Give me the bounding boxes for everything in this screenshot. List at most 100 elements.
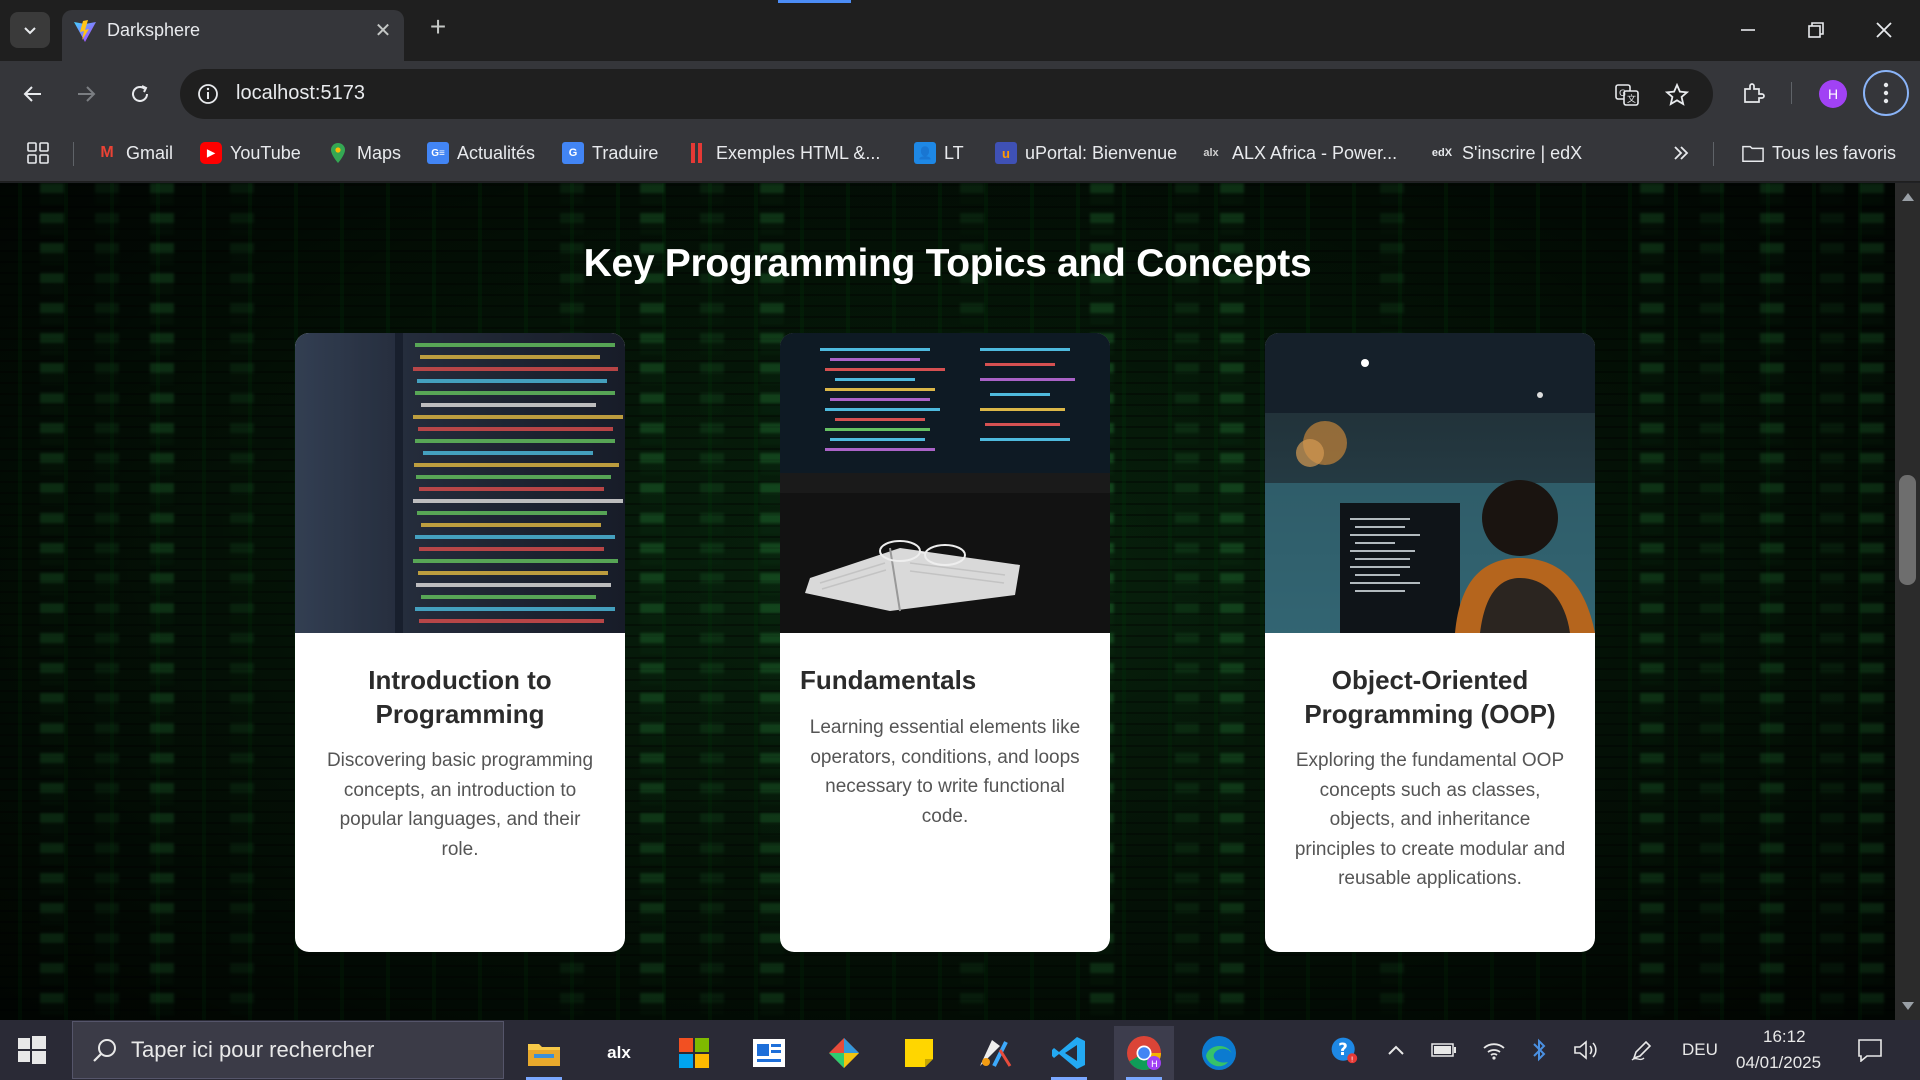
- notification-center-icon[interactable]: [1856, 1036, 1884, 1064]
- bookmark-maps[interactable]: Maps: [327, 139, 401, 167]
- bookmark-label: YouTube: [230, 142, 301, 163]
- active-tab[interactable]: Darksphere ✕: [62, 10, 404, 61]
- scroll-thumb[interactable]: [1899, 475, 1916, 585]
- chevron-down-icon: [24, 27, 36, 35]
- battery-icon[interactable]: [1430, 1036, 1458, 1064]
- new-tab-button[interactable]: +: [424, 13, 452, 42]
- gmail-icon: M: [100, 144, 114, 161]
- tab-indicator-bar: [778, 0, 851, 3]
- windows-taskbar: Taper ici pour rechercher alx H ? ! DEU …: [0, 1020, 1920, 1080]
- pen-icon[interactable]: [1628, 1036, 1656, 1064]
- card-title: Introduction to Programming: [368, 665, 552, 729]
- news-icon: G≡: [427, 142, 449, 164]
- svg-text:H: H: [1151, 1060, 1158, 1070]
- back-button[interactable]: [13, 74, 53, 114]
- reload-button[interactable]: [120, 74, 160, 114]
- tab-close-icon[interactable]: ✕: [370, 17, 396, 43]
- more-bookmarks-button[interactable]: [1672, 139, 1690, 167]
- file-explorer-icon[interactable]: [514, 1026, 574, 1080]
- apps-grid-icon[interactable]: [26, 139, 50, 167]
- search-icon: [93, 1039, 116, 1062]
- topic-card-fundamentals[interactable]: Fundamentals Learning essential elements…: [780, 333, 1110, 952]
- profile-avatar[interactable]: H: [1819, 80, 1847, 108]
- section-title: Key Programming Topics and Concepts: [583, 242, 1312, 285]
- svg-text:G: G: [1619, 89, 1626, 99]
- card-title: Fundamentals: [800, 665, 977, 695]
- alx-app-icon[interactable]: alx: [589, 1026, 649, 1080]
- topic-card-intro[interactable]: Introduction to Programming Discovering …: [295, 333, 625, 952]
- browser-menu-button[interactable]: [1863, 70, 1909, 116]
- page-viewport: Key Programming Topics and Concepts Intr…: [0, 183, 1895, 1020]
- news-app-icon[interactable]: [739, 1026, 799, 1080]
- bookmark-label: Actualités: [457, 142, 536, 163]
- clock-date[interactable]: 04/01/2025: [1736, 1053, 1821, 1073]
- chrome-icon[interactable]: H: [1114, 1026, 1174, 1080]
- bookmark-star-icon[interactable]: [1662, 80, 1692, 110]
- vite-favicon-icon: [74, 20, 96, 42]
- bookmark-edx[interactable]: edX S'inscrire | edX: [1430, 139, 1582, 167]
- toolbar-divider: [1791, 82, 1792, 104]
- address-bar[interactable]: localhost:5173 G文: [180, 69, 1713, 119]
- language-indicator[interactable]: DEU: [1682, 1040, 1718, 1060]
- page-scrollbar[interactable]: [1895, 183, 1920, 1020]
- chevron-up-icon[interactable]: [1382, 1036, 1410, 1064]
- bookmark-label: S'inscrire | edX: [1462, 142, 1583, 163]
- card-description: Discovering basic programming concepts, …: [326, 750, 594, 860]
- volume-icon[interactable]: [1572, 1036, 1600, 1064]
- bookmark-alx[interactable]: alx ALX Africa - Power...: [1198, 139, 1397, 167]
- help-icon[interactable]: ?!: [1330, 1036, 1358, 1064]
- bookmarks-bar: M Gmail ▶ YouTube Maps G≡ Actualités G T…: [0, 126, 1920, 182]
- bookmark-lt[interactable]: 👤 LT: [914, 139, 964, 167]
- browser-toolbar: localhost:5173 G文 H: [0, 61, 1920, 126]
- close-window-button[interactable]: [1862, 12, 1906, 48]
- card-description: Exploring the fundamental OOP concepts s…: [1294, 750, 1566, 889]
- svg-text:?: ?: [1338, 1040, 1348, 1059]
- vscode-icon[interactable]: [1039, 1026, 1099, 1080]
- html-examples-icon: [686, 142, 708, 164]
- code-screen-image: [295, 333, 625, 633]
- svg-text:!: !: [1351, 1055, 1354, 1064]
- edx-icon: edX: [1431, 147, 1453, 159]
- windows-start-icon[interactable]: [14, 1033, 48, 1067]
- bookmark-traduire[interactable]: G Traduire: [562, 139, 658, 167]
- bookmark-gmail[interactable]: M Gmail: [96, 139, 173, 167]
- alx-icon: alx: [1203, 147, 1219, 159]
- all-bookmarks-folder[interactable]: Tous les favoris: [1742, 139, 1896, 167]
- folder-icon: [1742, 142, 1764, 164]
- forward-button[interactable]: [66, 74, 106, 114]
- microsoft-store-icon[interactable]: [664, 1026, 724, 1080]
- translate-page-icon[interactable]: G文: [1612, 80, 1642, 110]
- restore-button[interactable]: [1794, 12, 1838, 48]
- taskbar-search-box[interactable]: Taper ici pour rechercher: [72, 1021, 504, 1079]
- bookmark-label: Exemples HTML &...: [716, 142, 881, 163]
- scroll-down-arrow-icon[interactable]: [1902, 1002, 1914, 1010]
- bookmark-actualites[interactable]: G≡ Actualités: [427, 139, 535, 167]
- all-bookmarks-label: Tous les favoris: [1772, 142, 1897, 163]
- bluetooth-icon[interactable]: [1525, 1036, 1553, 1064]
- scroll-up-arrow-icon[interactable]: [1902, 193, 1914, 201]
- arrow-right-icon: [78, 86, 96, 102]
- bookmark-youtube[interactable]: ▶ YouTube: [200, 139, 301, 167]
- minimize-button[interactable]: [1726, 12, 1770, 48]
- edge-icon[interactable]: [1189, 1026, 1249, 1080]
- extensions-icon[interactable]: [1735, 75, 1771, 111]
- wifi-icon[interactable]: [1480, 1036, 1508, 1064]
- paint-app-icon[interactable]: [964, 1026, 1024, 1080]
- sticky-notes-icon[interactable]: [889, 1026, 949, 1080]
- clock-time[interactable]: 16:12: [1763, 1027, 1806, 1047]
- bookmark-exemples-html[interactable]: Exemples HTML &...: [686, 139, 880, 167]
- tab-search-button[interactable]: [10, 12, 50, 48]
- bookmarks-divider: [1713, 142, 1714, 166]
- topic-card-oop[interactable]: Object-Oriented Programming (OOP) Explor…: [1265, 333, 1595, 952]
- reload-icon: [132, 85, 148, 102]
- url-text[interactable]: localhost:5173: [236, 82, 365, 105]
- site-info-icon[interactable]: [194, 80, 222, 108]
- close-icon: [1876, 22, 1892, 38]
- double-chevron-right-icon: [1674, 146, 1689, 160]
- restore-icon: [1808, 22, 1824, 38]
- developer-at-desk-image: [1265, 333, 1595, 633]
- uportal-icon: u: [995, 142, 1017, 164]
- arrow-left-icon: [23, 86, 41, 102]
- git-tool-icon[interactable]: [814, 1026, 874, 1080]
- bookmark-uportal[interactable]: u uPortal: Bienvenue: [995, 139, 1177, 167]
